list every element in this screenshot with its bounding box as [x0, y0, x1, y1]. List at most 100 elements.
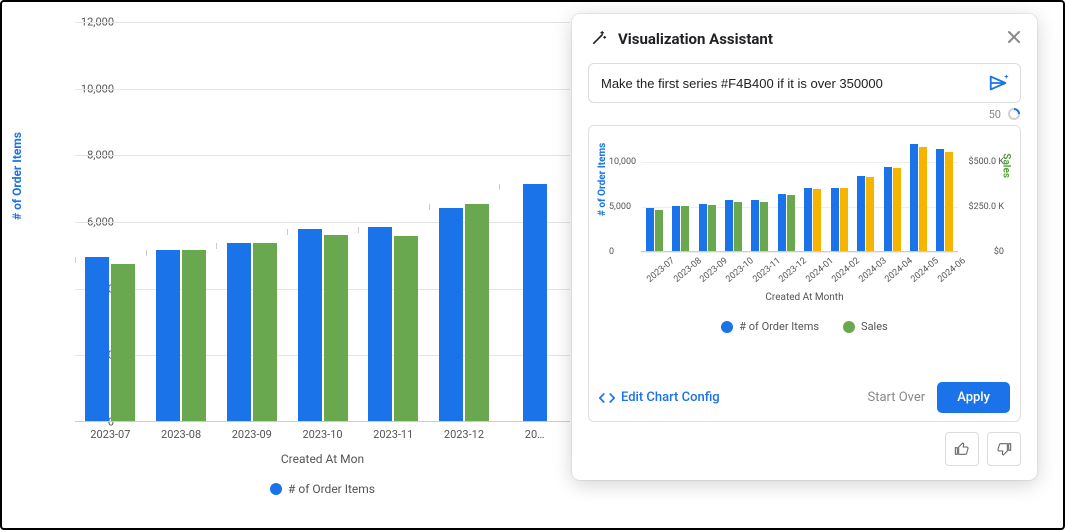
bar-group: 2024-03 [852, 176, 878, 252]
spinner-icon [1007, 107, 1021, 121]
x-tick-label: 2024-06 [936, 256, 968, 285]
bar[interactable] [227, 243, 251, 422]
y-tick-label: 10,000 [609, 157, 636, 167]
bar[interactable] [465, 204, 489, 422]
x-tick-label: 2023-07 [645, 256, 677, 285]
bar[interactable] [778, 194, 786, 252]
close-icon [1007, 30, 1021, 44]
bar[interactable] [708, 205, 716, 252]
x-tick-label: 2024-02 [830, 256, 862, 285]
x-tick-label: 2023-11 [373, 428, 413, 441]
bar[interactable] [253, 243, 277, 422]
preview-box: # of Order Items Sales 0$05,000$250.0 K1… [588, 125, 1021, 422]
bar-group: 2023-10 [287, 229, 358, 422]
bar[interactable] [857, 176, 865, 252]
bar[interactable] [298, 229, 322, 422]
x-tick-label: 2023-09 [698, 256, 730, 285]
bar[interactable] [813, 189, 821, 252]
bar[interactable] [85, 257, 109, 422]
bar[interactable] [182, 250, 206, 422]
x-tick-label: 2024-03 [857, 256, 889, 285]
bar[interactable] [945, 152, 953, 252]
preview-x-axis-label: Created At Month [599, 292, 1010, 303]
bar[interactable] [804, 188, 812, 252]
panel-header: Visualization Assistant [588, 28, 1021, 49]
char-count-row: 50 [588, 107, 1021, 121]
bar[interactable] [523, 184, 547, 422]
send-button[interactable] [988, 72, 1010, 94]
bar[interactable] [324, 235, 348, 422]
thumbs-down-icon [996, 441, 1012, 457]
main-y-axis-label: # of Order Items [10, 132, 24, 220]
bar[interactable] [646, 208, 654, 252]
main-chart: # of Order Items 02,0004,0006,0008,00010… [30, 20, 570, 500]
bar-group: 2023-08 [667, 206, 693, 252]
bar[interactable] [840, 188, 848, 252]
bar-group: 2023-07 [641, 208, 667, 252]
bar[interactable] [681, 206, 689, 252]
bar-group: 2023-10 [720, 200, 746, 252]
y-tick-label: 5,000 [609, 202, 631, 212]
legend-item: Sales [843, 320, 888, 333]
prompt-input[interactable] [599, 75, 978, 92]
thumbs-down-button[interactable] [987, 432, 1021, 466]
x-tick-label: 2023-08 [161, 428, 201, 441]
main-x-axis-label: Created At Mon [75, 452, 570, 466]
thumbs-up-icon [954, 441, 970, 457]
edit-config-label: Edit Chart Config [621, 390, 720, 405]
main-baseline [75, 421, 570, 422]
bar-group: 2024-02 [826, 188, 852, 253]
bar-group: 2023-11 [358, 227, 429, 422]
bar[interactable] [699, 204, 707, 252]
bar[interactable] [787, 195, 795, 252]
edit-chart-config-link[interactable]: Edit Chart Config [599, 390, 720, 405]
preview-legend: # of Order Items Sales [599, 320, 1010, 333]
bar-group: 2023-09 [694, 204, 720, 252]
bar[interactable] [156, 250, 180, 422]
close-button[interactable] [1007, 28, 1021, 49]
bar[interactable] [439, 208, 463, 422]
bar[interactable] [910, 144, 918, 252]
visualization-assistant-panel: Visualization Assistant 50 [572, 14, 1037, 480]
legend-item: # of Order Items [270, 482, 375, 496]
x-tick-label: 2024-01 [804, 256, 836, 285]
bar[interactable] [655, 210, 663, 252]
apply-button[interactable]: Apply [937, 382, 1010, 413]
bar[interactable] [368, 227, 392, 422]
bar-group: 2024-01 [800, 188, 826, 252]
start-over-button[interactable]: Start Over [867, 390, 925, 405]
x-tick-label: 2023-12 [444, 428, 484, 441]
bar[interactable] [751, 200, 759, 252]
x-tick-label: 2023-09 [232, 428, 272, 441]
legend-swatch-icon [843, 321, 855, 333]
app-frame: # of Order Items 02,0004,0006,0008,00010… [0, 0, 1065, 530]
bar[interactable] [884, 167, 892, 252]
thumbs-up-button[interactable] [945, 432, 979, 466]
x-tick-label: 2023-10 [725, 256, 757, 285]
y-tick-label: $500.0 K [968, 157, 1004, 167]
bar-group: 2023-09 [216, 243, 287, 422]
bar-group: 2024-05 [905, 144, 931, 252]
preview-chart: # of Order Items Sales 0$05,000$250.0 K1… [599, 136, 1010, 368]
legend-swatch-icon [270, 483, 282, 495]
bar[interactable] [111, 264, 135, 422]
x-tick-label: 2023-10 [302, 428, 342, 441]
bar[interactable] [831, 188, 839, 253]
bar[interactable] [725, 200, 733, 252]
bar[interactable] [394, 236, 418, 422]
char-count: 50 [989, 108, 1001, 121]
preview-actions: Edit Chart Config Start Over Apply [599, 382, 1010, 413]
bar[interactable] [936, 149, 944, 252]
bar[interactable] [919, 147, 927, 252]
feedback-row [588, 432, 1021, 466]
bar[interactable] [734, 202, 742, 252]
bar[interactable] [672, 206, 680, 252]
bar[interactable] [866, 177, 874, 252]
bar[interactable] [760, 202, 768, 252]
bar-group: 2023-12 [429, 204, 500, 422]
preview-bars-area: 2023-072023-082023-092023-102023-112023-… [641, 140, 958, 252]
legend-label: # of Order Items [288, 482, 375, 496]
bar[interactable] [893, 168, 901, 252]
y-tick-label: $250.0 K [968, 202, 1004, 212]
prompt-row [588, 63, 1021, 103]
